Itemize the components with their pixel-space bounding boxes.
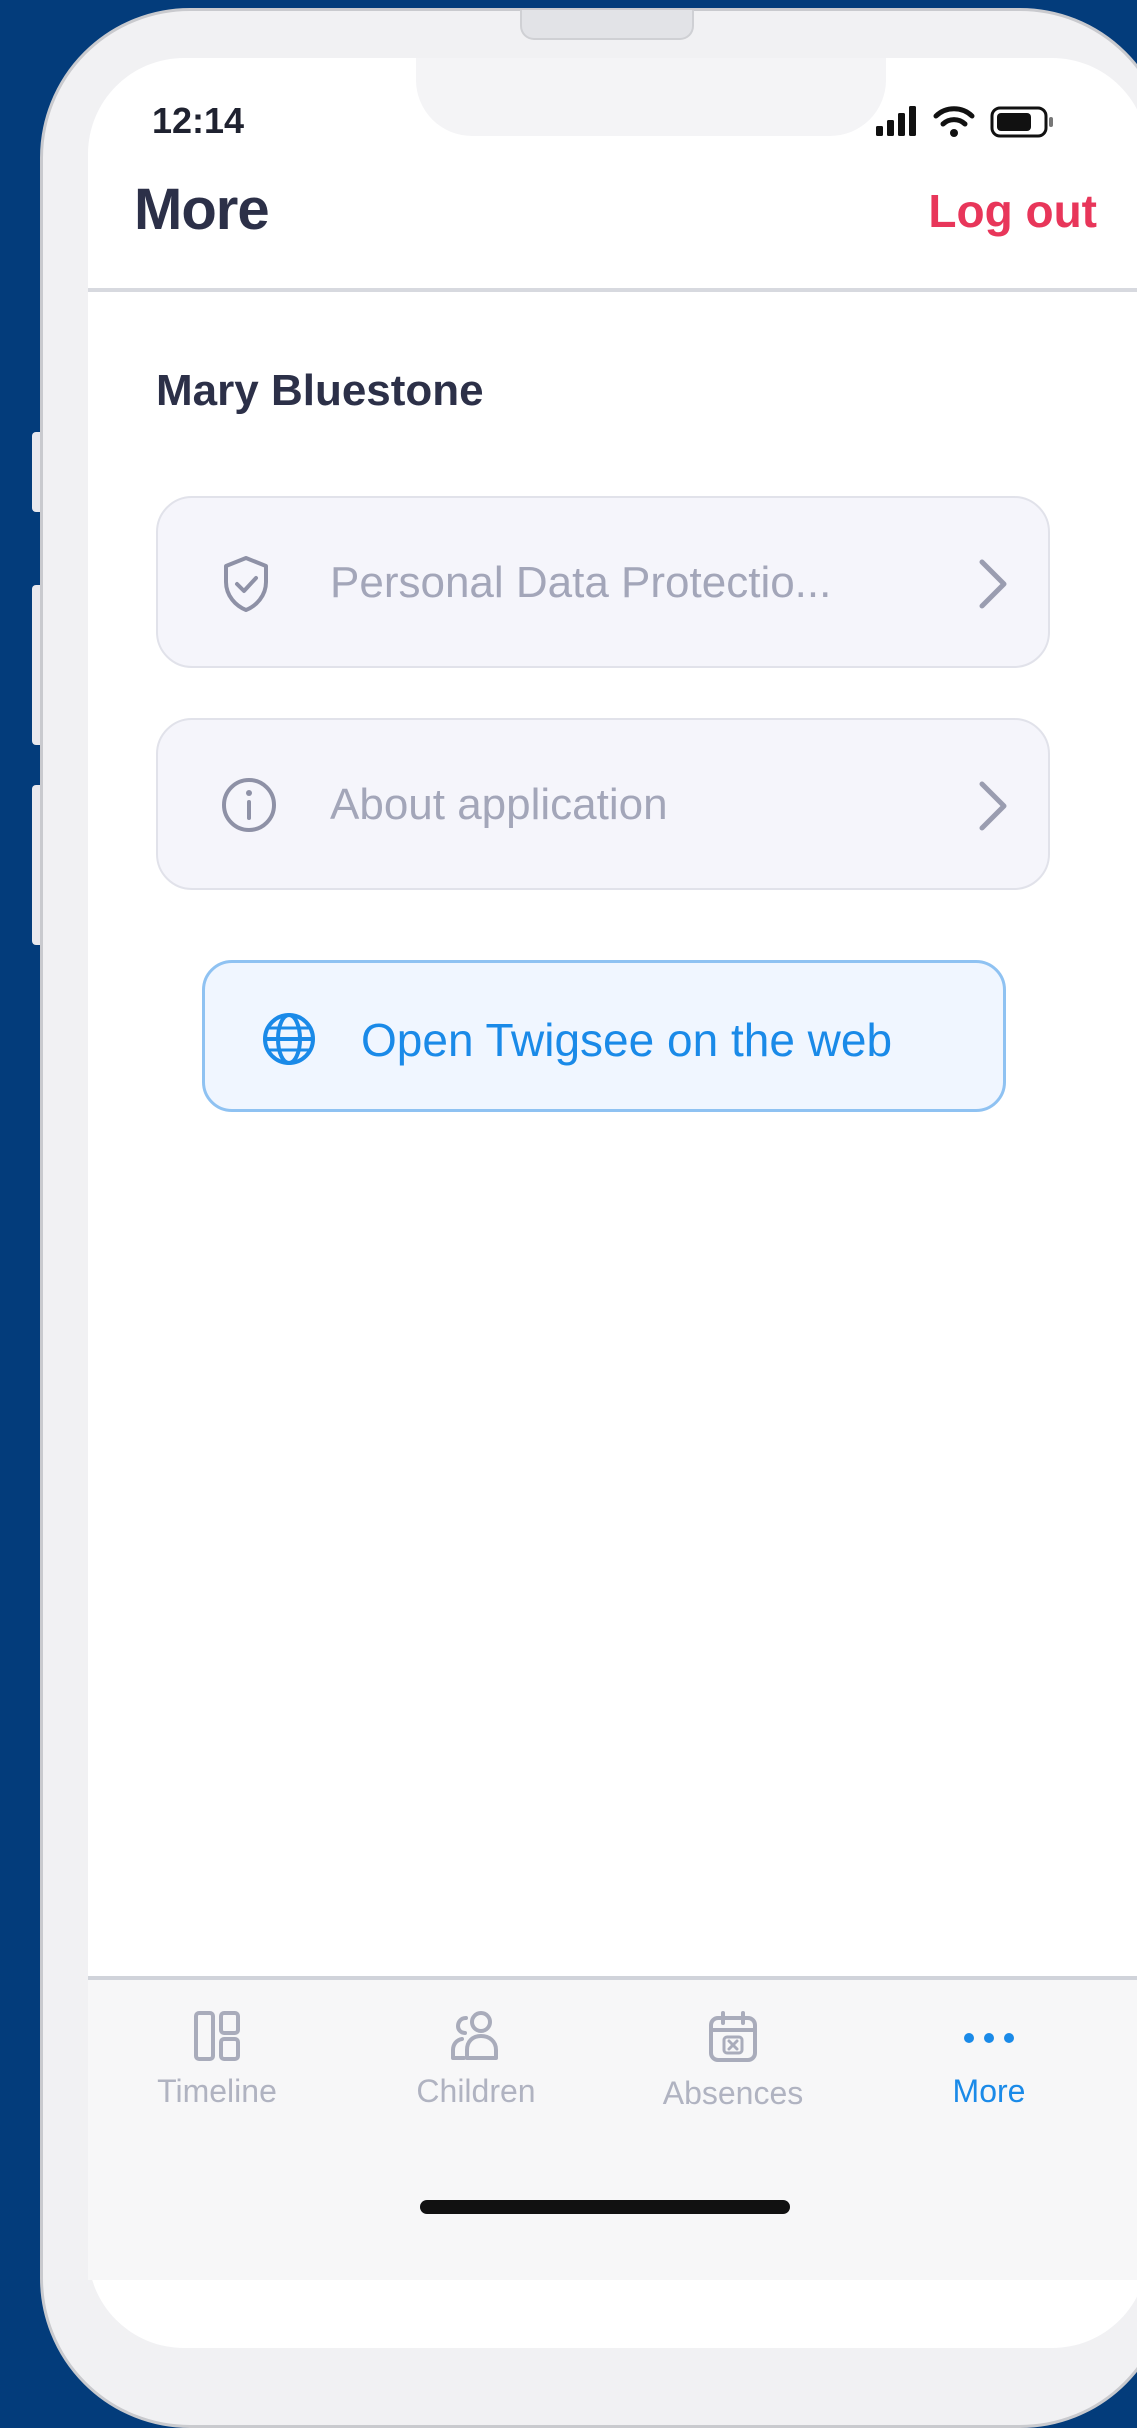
tab-label: Absences — [662, 2075, 804, 2111]
notch — [416, 58, 886, 136]
menu-item-label: Personal Data Protectio... — [330, 558, 832, 607]
tab-label: Timeline — [157, 2073, 277, 2109]
tab-label: Children — [416, 2073, 536, 2109]
tab-more[interactable]: More — [889, 2010, 1089, 2110]
page-title: More — [134, 177, 270, 242]
tab-absences[interactable]: Absences — [633, 2010, 833, 2112]
menu-item-about-application[interactable]: About application — [156, 718, 1050, 890]
phone-speaker — [520, 10, 694, 40]
wifi-icon — [933, 106, 975, 137]
chevron-right-icon — [972, 556, 1012, 617]
shield-check-icon — [220, 554, 272, 619]
battery-icon — [990, 106, 1053, 138]
chevron-right-icon — [972, 778, 1012, 839]
header-divider — [88, 288, 1137, 292]
user-name: Mary Bluestone — [156, 366, 484, 415]
tab-label: More — [952, 2073, 1026, 2109]
logout-button[interactable]: Log out — [928, 184, 1097, 238]
info-icon — [220, 776, 278, 839]
globe-icon — [261, 1011, 317, 1072]
tab-children[interactable]: Children — [376, 2010, 576, 2110]
menu-item-label: About application — [330, 780, 668, 829]
status-time: 12:14 — [152, 100, 245, 141]
children-icon — [376, 2010, 576, 2067]
open-web-button[interactable]: Open Twigsee on the web — [202, 960, 1006, 1112]
home-indicator — [420, 2200, 790, 2214]
timeline-icon — [117, 2010, 317, 2067]
tab-timeline[interactable]: Timeline — [117, 2010, 317, 2110]
calendar-x-icon — [633, 2010, 833, 2069]
signal-icon — [876, 106, 916, 136]
status-icons — [876, 104, 1066, 145]
menu-item-personal-data-protection[interactable]: Personal Data Protectio... — [156, 496, 1050, 668]
more-dots-icon — [889, 2010, 1089, 2067]
open-web-button-label: Open Twigsee on the web — [361, 1014, 893, 1066]
